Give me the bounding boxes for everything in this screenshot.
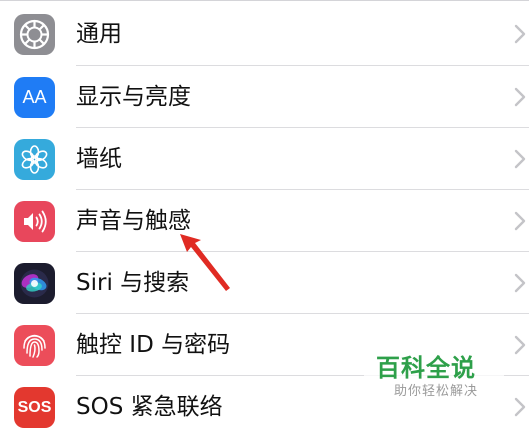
speaker-icon [14, 201, 55, 242]
settings-row-sounds-haptics[interactable]: 声音与触感 [0, 190, 529, 252]
chevron-right-icon [514, 397, 526, 417]
sos-glyph: SOS [17, 398, 52, 416]
settings-row-label: 通用 [76, 21, 122, 47]
watermark-title: 百科全说 [376, 354, 476, 382]
wallpaper-flower-icon [14, 139, 55, 180]
settings-row-display-brightness[interactable]: AA 显示与亮度 [0, 66, 529, 128]
fingerprint-icon [14, 325, 55, 366]
chevron-right-icon [514, 24, 526, 44]
chevron-right-icon [514, 87, 526, 107]
aa-glyph: AA [22, 87, 47, 107]
settings-row-general[interactable]: 通用 [0, 3, 529, 65]
settings-row-siri-search[interactable]: Siri 与搜索 [0, 252, 529, 314]
chevron-right-icon [514, 211, 526, 231]
watermark-subtitle: 助你轻松解决 [394, 384, 479, 399]
annotation-arrow [180, 234, 230, 291]
chevron-right-icon [514, 149, 526, 169]
settings-row-label: SOS 紧急联络 [76, 394, 223, 420]
settings-list: 通用 AA 显示与亮度 墙纸 声音与触感 Siri 与搜索 触控 ID 与密码 … [0, 0, 529, 433]
chevron-right-icon [514, 335, 526, 355]
settings-row-label: 触控 ID 与密码 [76, 332, 231, 358]
top-divider [0, 0, 529, 1]
settings-row-label: 墙纸 [76, 146, 122, 172]
gear-icon [14, 14, 55, 55]
sos-icon: SOS [14, 387, 55, 428]
watermark-logo: 百科全说 助你轻松解决 [364, 348, 504, 408]
display-brightness-icon: AA [14, 77, 55, 118]
chevron-right-icon [514, 273, 526, 293]
settings-row-wallpaper[interactable]: 墙纸 [0, 128, 529, 190]
siri-icon [14, 263, 55, 304]
settings-row-label: 显示与亮度 [76, 84, 191, 110]
